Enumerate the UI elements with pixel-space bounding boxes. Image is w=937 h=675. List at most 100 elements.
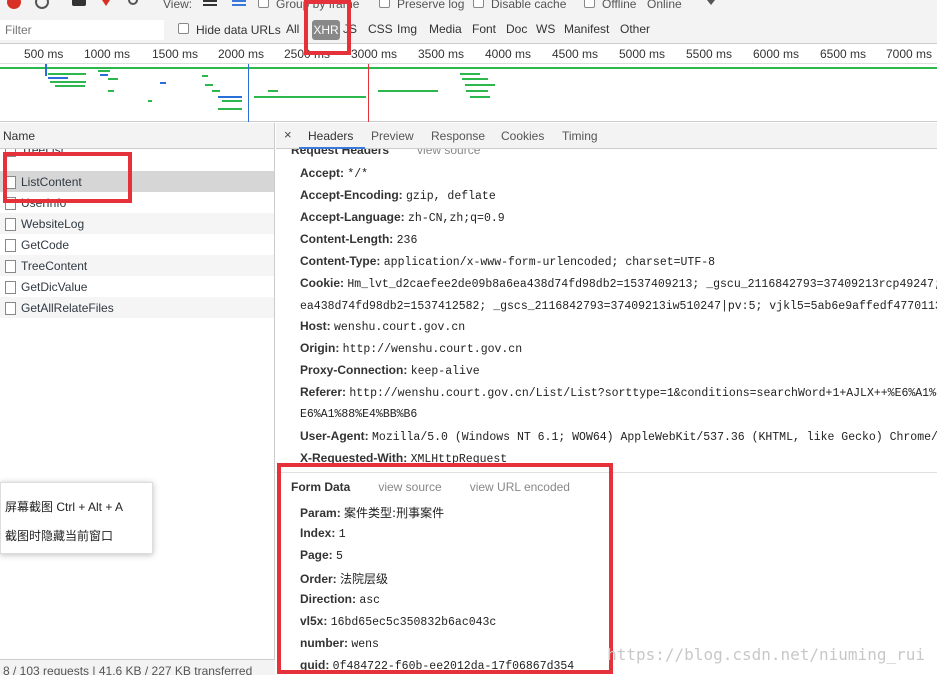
- header-row: Accept-Encoding: gzip, deflate: [300, 188, 496, 203]
- header-value: wenshu.court.gov.cn: [334, 321, 466, 334]
- search-icon[interactable]: [128, 0, 138, 5]
- request-name: GetAllRelateFiles: [21, 301, 114, 315]
- overview-bar: [55, 85, 85, 87]
- header-key: Cookie:: [300, 276, 345, 290]
- timeline-tick: 5500 ms: [686, 47, 733, 61]
- offline-label: Offline: [602, 0, 637, 11]
- header-row: Referer: http://wenshu.court.gov.cn/List…: [300, 385, 937, 400]
- timeline-tick: 1500 ms: [152, 47, 199, 61]
- timeline-tick: 500 ms: [24, 47, 64, 61]
- overview-bar: [470, 96, 490, 98]
- type-filter-manifest[interactable]: Manifest: [564, 22, 609, 36]
- overview-bar: [460, 73, 480, 75]
- header-row: Host: wenshu.court.gov.cn: [300, 319, 465, 334]
- overview-bar: [462, 78, 488, 80]
- header-row: Cookie: Hm_lvt_d2caefee2de09b8a6ea438d74…: [300, 276, 937, 291]
- header-row: Accept: */*: [300, 166, 368, 181]
- request-headers-title: Request Headers: [291, 149, 390, 157]
- overview-bar: [466, 90, 488, 92]
- request-list-header[interactable]: Name: [0, 123, 275, 149]
- file-icon: [5, 281, 16, 294]
- request-name: GetCode: [21, 238, 70, 252]
- camera-icon[interactable]: [72, 0, 86, 6]
- tab-timing[interactable]: Timing: [562, 129, 598, 143]
- overview-bar: [45, 64, 47, 76]
- timeline-ruler: 500 ms 1000 ms 1500 ms 2000 ms 2500 ms 3…: [0, 44, 937, 64]
- header-value: ea438d74fd98db2=1537412582; _gscs_211684…: [300, 300, 937, 313]
- type-filter-font[interactable]: Font: [472, 22, 496, 36]
- file-icon: [5, 302, 16, 315]
- header-key: Content-Type:: [300, 254, 381, 268]
- name-column-header: Name: [3, 129, 36, 143]
- overview-bar: [0, 67, 937, 69]
- preserve-log-checkbox[interactable]: [379, 0, 390, 8]
- request-headers-section-title[interactable]: Request Headers view source: [291, 149, 480, 157]
- type-filter-css[interactable]: CSS: [368, 22, 393, 36]
- timeline-tick: 4000 ms: [485, 47, 532, 61]
- request-row[interactable]: GetAllRelateFiles: [0, 297, 274, 318]
- menu-item-hide-window[interactable]: 截图时隐藏当前窗口: [5, 527, 113, 544]
- tab-headers[interactable]: Headers: [308, 129, 353, 143]
- request-row[interactable]: GetCode: [0, 234, 274, 255]
- view-label: View:: [163, 0, 193, 11]
- type-filter-media[interactable]: Media: [429, 22, 462, 36]
- tab-cookies[interactable]: Cookies: [501, 129, 544, 143]
- record-icon[interactable]: [7, 0, 21, 9]
- timeline-overview[interactable]: [0, 64, 937, 122]
- chevron-down-icon[interactable]: [707, 0, 715, 5]
- hide-data-urls-checkbox[interactable]: [178, 23, 189, 34]
- request-name: TreeContent: [21, 259, 88, 273]
- overview-bar: [148, 100, 152, 102]
- offline-checkbox[interactable]: [584, 0, 595, 8]
- request-row[interactable]: GetDicValue: [0, 276, 274, 297]
- disable-cache-label: Disable cache: [491, 0, 567, 11]
- hide-data-urls-label: Hide data URLs: [196, 23, 281, 37]
- header-key: Content-Length:: [300, 232, 394, 246]
- type-filter-other[interactable]: Other: [620, 22, 650, 36]
- annotation-box-listcontent: [3, 152, 132, 203]
- annotation-box-form-data: [277, 463, 613, 674]
- header-key: Accept:: [300, 166, 345, 180]
- timeline-tick: 7000 ms: [886, 47, 933, 61]
- annotation-box-xhr: [304, 0, 351, 55]
- filter-bar: Hide data URLs All XHR JS CSS Img Media …: [0, 14, 937, 44]
- overview-bar: [248, 64, 249, 122]
- timeline-tick: 5000 ms: [619, 47, 666, 61]
- large-rows-icon[interactable]: [203, 0, 217, 6]
- header-value: application/x-www-form-urlencoded; chars…: [383, 256, 716, 269]
- overview-bar: [202, 75, 208, 77]
- view-source-link[interactable]: view source: [417, 149, 480, 157]
- header-row: Accept-Language: zh-CN,zh;q=0.9: [300, 210, 505, 225]
- tab-preview[interactable]: Preview: [371, 129, 414, 143]
- header-key: Accept-Encoding:: [300, 188, 403, 202]
- filter-funnel-icon[interactable]: [98, 0, 114, 6]
- watermark: https://blog.csdn.net/niuming_rui: [607, 645, 925, 664]
- request-row[interactable]: WebsiteLog: [0, 213, 274, 234]
- overview-bar: [48, 77, 68, 79]
- network-toolbar: View: Group by frame Preserve log Disabl…: [0, 0, 937, 14]
- close-icon[interactable]: ×: [284, 127, 292, 142]
- filter-input[interactable]: [0, 20, 164, 40]
- overview-bar: [218, 108, 242, 110]
- request-row[interactable]: TreeContent: [0, 255, 274, 276]
- overview-bar: [108, 90, 114, 92]
- overview-bar: [368, 64, 369, 122]
- overview-bar: [50, 81, 86, 83]
- file-icon: [5, 260, 16, 273]
- overview-bar: [212, 90, 220, 92]
- disable-cache-checkbox[interactable]: [473, 0, 484, 8]
- type-filter-all[interactable]: All: [286, 22, 299, 36]
- header-key: Proxy-Connection:: [300, 363, 408, 377]
- menu-item-screenshot[interactable]: 屏幕截图 Ctrl + Alt + A: [5, 498, 123, 515]
- throttling-select[interactable]: Online: [647, 0, 682, 11]
- header-row: Content-Type: application/x-www-form-url…: [300, 254, 715, 269]
- type-filter-doc[interactable]: Doc: [506, 22, 527, 36]
- type-filter-img[interactable]: Img: [397, 22, 417, 36]
- header-value: zh-CN,zh;q=0.9: [408, 212, 505, 225]
- type-filter-ws[interactable]: WS: [536, 22, 555, 36]
- waterfall-icon[interactable]: [232, 0, 246, 6]
- tab-response[interactable]: Response: [431, 129, 485, 143]
- overview-bar: [160, 82, 166, 84]
- clear-icon[interactable]: [35, 0, 49, 9]
- group-by-frame-checkbox[interactable]: [258, 0, 269, 8]
